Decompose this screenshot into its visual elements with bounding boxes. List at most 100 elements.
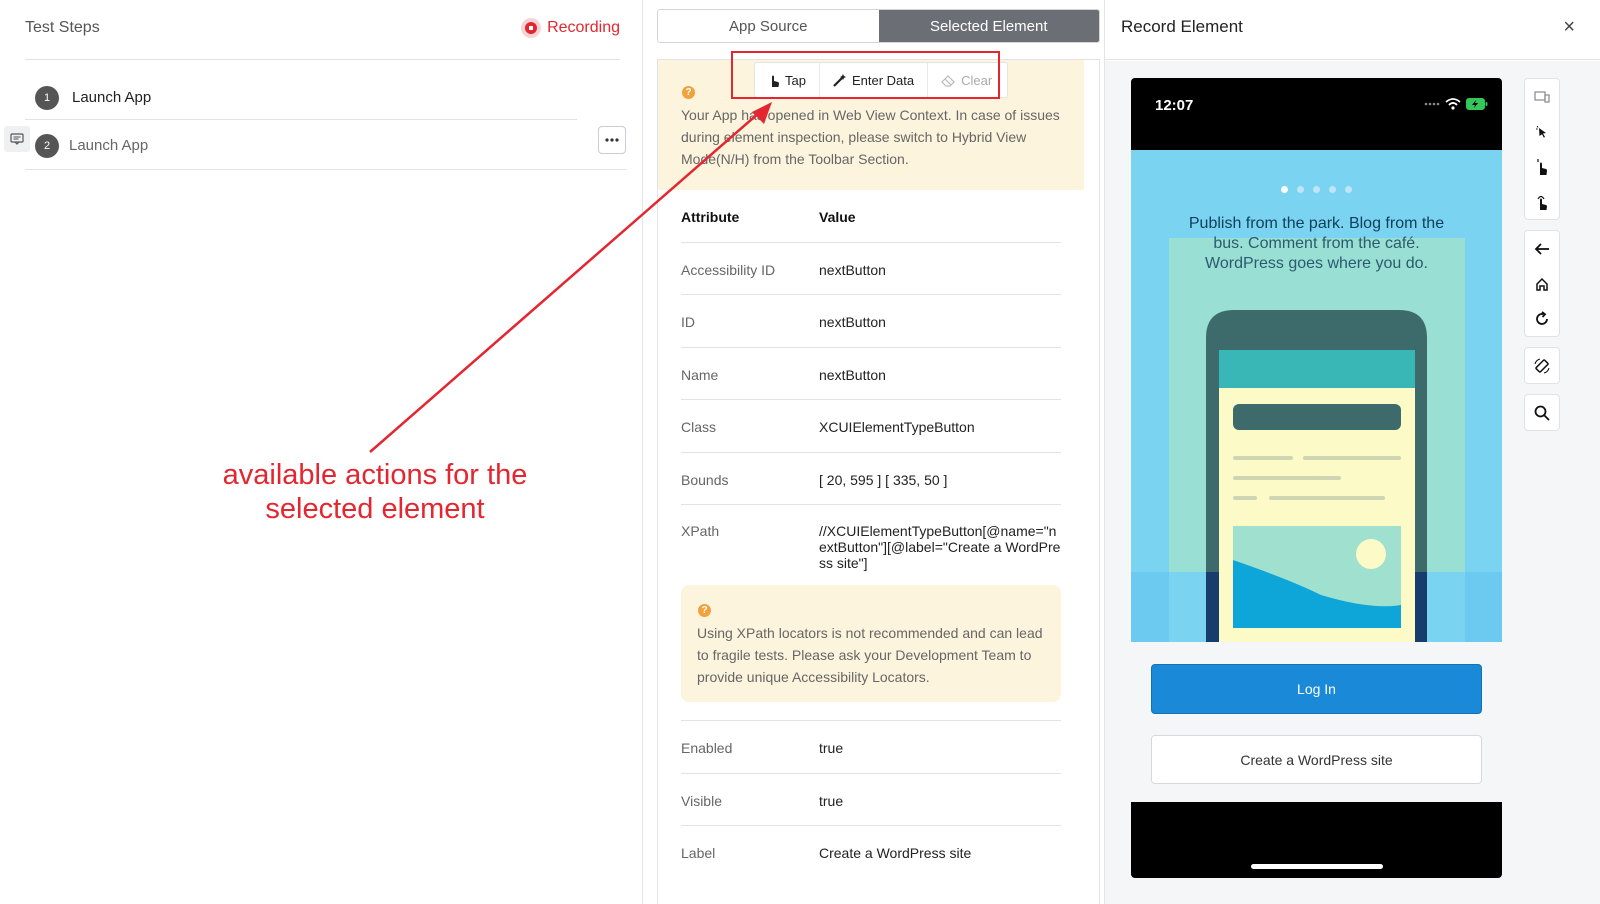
device-toolbar <box>1524 78 1560 441</box>
warning-text: Using XPath locators is not recommended … <box>697 622 1049 688</box>
element-action-bar: Tap Enter Data Clear <box>754 62 1008 98</box>
tab-selected-element[interactable]: Selected Element <box>878 10 1099 42</box>
device-screen[interactable]: 12:07 Publish from the park. Blog from t… <box>1131 78 1502 878</box>
wand-icon <box>833 74 846 87</box>
create-site-button[interactable]: Create a WordPress site <box>1151 735 1482 784</box>
table-row[interactable]: Bounds [ 20, 595 ] [ 335, 50 ] <box>681 453 1061 505</box>
table-row[interactable]: Name nextButton <box>681 348 1061 400</box>
status-bar: 12:07 <box>1131 78 1502 150</box>
annotation-text: available actions for the selected eleme… <box>195 458 555 526</box>
annotation-line: available actions for the <box>222 459 528 491</box>
tab-app-source[interactable]: App Source <box>658 10 879 42</box>
toolbar-group <box>1524 78 1560 220</box>
table-row[interactable]: Visible true <box>681 774 1061 826</box>
attribute-table: Attribute Value Accessibility ID nextBut… <box>681 190 1061 583</box>
tap-action-button[interactable]: Tap <box>755 63 820 97</box>
status-icons <box>1424 98 1488 110</box>
wifi-icon <box>1445 98 1461 110</box>
toolbar-group <box>1524 230 1560 337</box>
onboarding-hero: Publish from the park. Blog from the bus… <box>1131 150 1502 642</box>
home-icon[interactable] <box>1525 266 1559 301</box>
attribute-key: ID <box>681 314 695 330</box>
page-indicator[interactable] <box>1281 186 1352 193</box>
attribute-value[interactable]: //XCUIElementTypeButton[@name="nextButto… <box>819 523 1061 571</box>
attribute-value[interactable]: true <box>819 740 1061 756</box>
hero-line: WordPress goes where you do. <box>1205 255 1428 272</box>
web-view-notice: ? Your App has opened in Web View Contex… <box>658 60 1084 190</box>
warning-line: provide unique Accessibility Locators. <box>697 669 930 685</box>
attribute-value[interactable]: [ 20, 595 ] [ 335, 50 ] <box>819 472 1061 488</box>
step-label: Launch App <box>72 89 152 106</box>
warning-line: Using XPath locators is not recommended … <box>697 625 1043 641</box>
attribute-key: XPath <box>681 523 720 539</box>
recording-button[interactable]: Recording <box>521 18 620 38</box>
panel-title: Test Steps <box>25 19 100 36</box>
hero-line: Publish from the park. Blog from the <box>1188 215 1445 232</box>
attribute-key: Accessibility ID <box>681 261 776 278</box>
device-icon[interactable] <box>1525 79 1559 114</box>
attribute-value[interactable]: nextButton <box>819 314 1061 330</box>
device-area: 12:07 Publish from the park. Blog from t… <box>1105 61 1600 904</box>
table-row[interactable]: ID nextButton <box>681 295 1061 348</box>
help-icon: ? <box>698 604 711 617</box>
record-icon <box>521 18 542 38</box>
attribute-value[interactable]: nextButton <box>819 367 1061 383</box>
eraser-icon <box>941 74 955 87</box>
clear-action-button[interactable]: Clear <box>928 63 1005 97</box>
toolbar-group <box>1524 394 1560 431</box>
enter-data-action-button[interactable]: Enter Data <box>820 63 929 97</box>
back-icon[interactable] <box>1525 231 1559 266</box>
attribute-value[interactable]: nextButton <box>819 262 1061 278</box>
attribute-key: Name <box>681 366 719 383</box>
inspector-panel: App Source Selected Element ? Your App h… <box>643 0 1104 904</box>
login-button[interactable]: Log In <box>1151 664 1482 714</box>
step-label: Launch App <box>69 137 149 154</box>
table-header: Attribute Value <box>681 190 1061 243</box>
table-row[interactable]: Accessibility ID nextButton <box>681 243 1061 295</box>
record-element-panel: Record Element × 12:07 Publish from the … <box>1104 0 1600 904</box>
battery-icon <box>1466 98 1488 110</box>
table-row[interactable]: Class XCUIElementTypeButton <box>681 400 1061 453</box>
rotate-icon[interactable] <box>1525 348 1559 383</box>
close-icon[interactable]: × <box>1563 16 1575 39</box>
test-step-1[interactable]: 1 Launch App <box>25 76 577 120</box>
test-steps-panel: Test Steps Recording 1 Launch App 2 Laun… <box>0 0 643 904</box>
more-options-button[interactable] <box>598 126 626 154</box>
hero-text: Publish from the park. Blog from the bus… <box>1151 214 1482 274</box>
inspector-tabs: App Source Selected Element <box>657 9 1100 43</box>
test-step-2[interactable]: 2 Launch App <box>25 122 627 170</box>
notice-text: Your App has opened in Web View Context.… <box>681 104 1061 170</box>
tap-icon[interactable] <box>1525 149 1559 184</box>
warning-line: to fragile tests. Please ask your Develo… <box>697 647 1032 663</box>
attribute-key: Visible <box>681 792 722 809</box>
attribute-value[interactable]: true <box>819 793 1061 809</box>
onboarding-actions: Log In Create a WordPress site <box>1131 642 1502 802</box>
search-icon[interactable] <box>1525 395 1559 430</box>
swipe-icon[interactable] <box>1525 184 1559 219</box>
refresh-icon[interactable] <box>1525 301 1559 336</box>
help-icon: ? <box>682 86 695 99</box>
clear-label: Clear <box>961 72 993 88</box>
toolbar-group <box>1524 347 1560 384</box>
enter-data-label: Enter Data <box>851 72 915 88</box>
hero-line: bus. Comment from the café. <box>1213 235 1420 252</box>
test-steps-header: Test Steps Recording <box>25 16 620 60</box>
attribute-value[interactable]: Create a WordPress site <box>819 845 1061 861</box>
attribute-key: Class <box>681 419 717 435</box>
xpath-warning: ? Using XPath locators is not recommende… <box>681 585 1061 702</box>
attribute-header: Attribute <box>681 209 740 225</box>
step-number: 2 <box>35 133 59 158</box>
table-row[interactable]: Enabled true <box>681 721 1061 774</box>
pointer-icon[interactable] <box>1525 114 1559 149</box>
table-row[interactable]: XPath //XCUIElementTypeButton[@name="nex… <box>681 505 1061 583</box>
home-indicator <box>1251 864 1383 869</box>
attribute-value[interactable]: XCUIElementTypeButton <box>819 419 1061 435</box>
status-time: 12:07 <box>1155 97 1194 114</box>
ellipsis-icon <box>605 138 619 142</box>
attribute-table-continued: Enabled true Visible true Label Create a… <box>681 720 1061 879</box>
annotation-line: selected element <box>265 493 485 525</box>
signal-icon <box>1424 102 1440 106</box>
selected-element-body: ? Your App has opened in Web View Contex… <box>657 59 1100 904</box>
tap-label: Tap <box>785 72 806 88</box>
table-row[interactable]: Label Create a WordPress site <box>681 826 1061 879</box>
